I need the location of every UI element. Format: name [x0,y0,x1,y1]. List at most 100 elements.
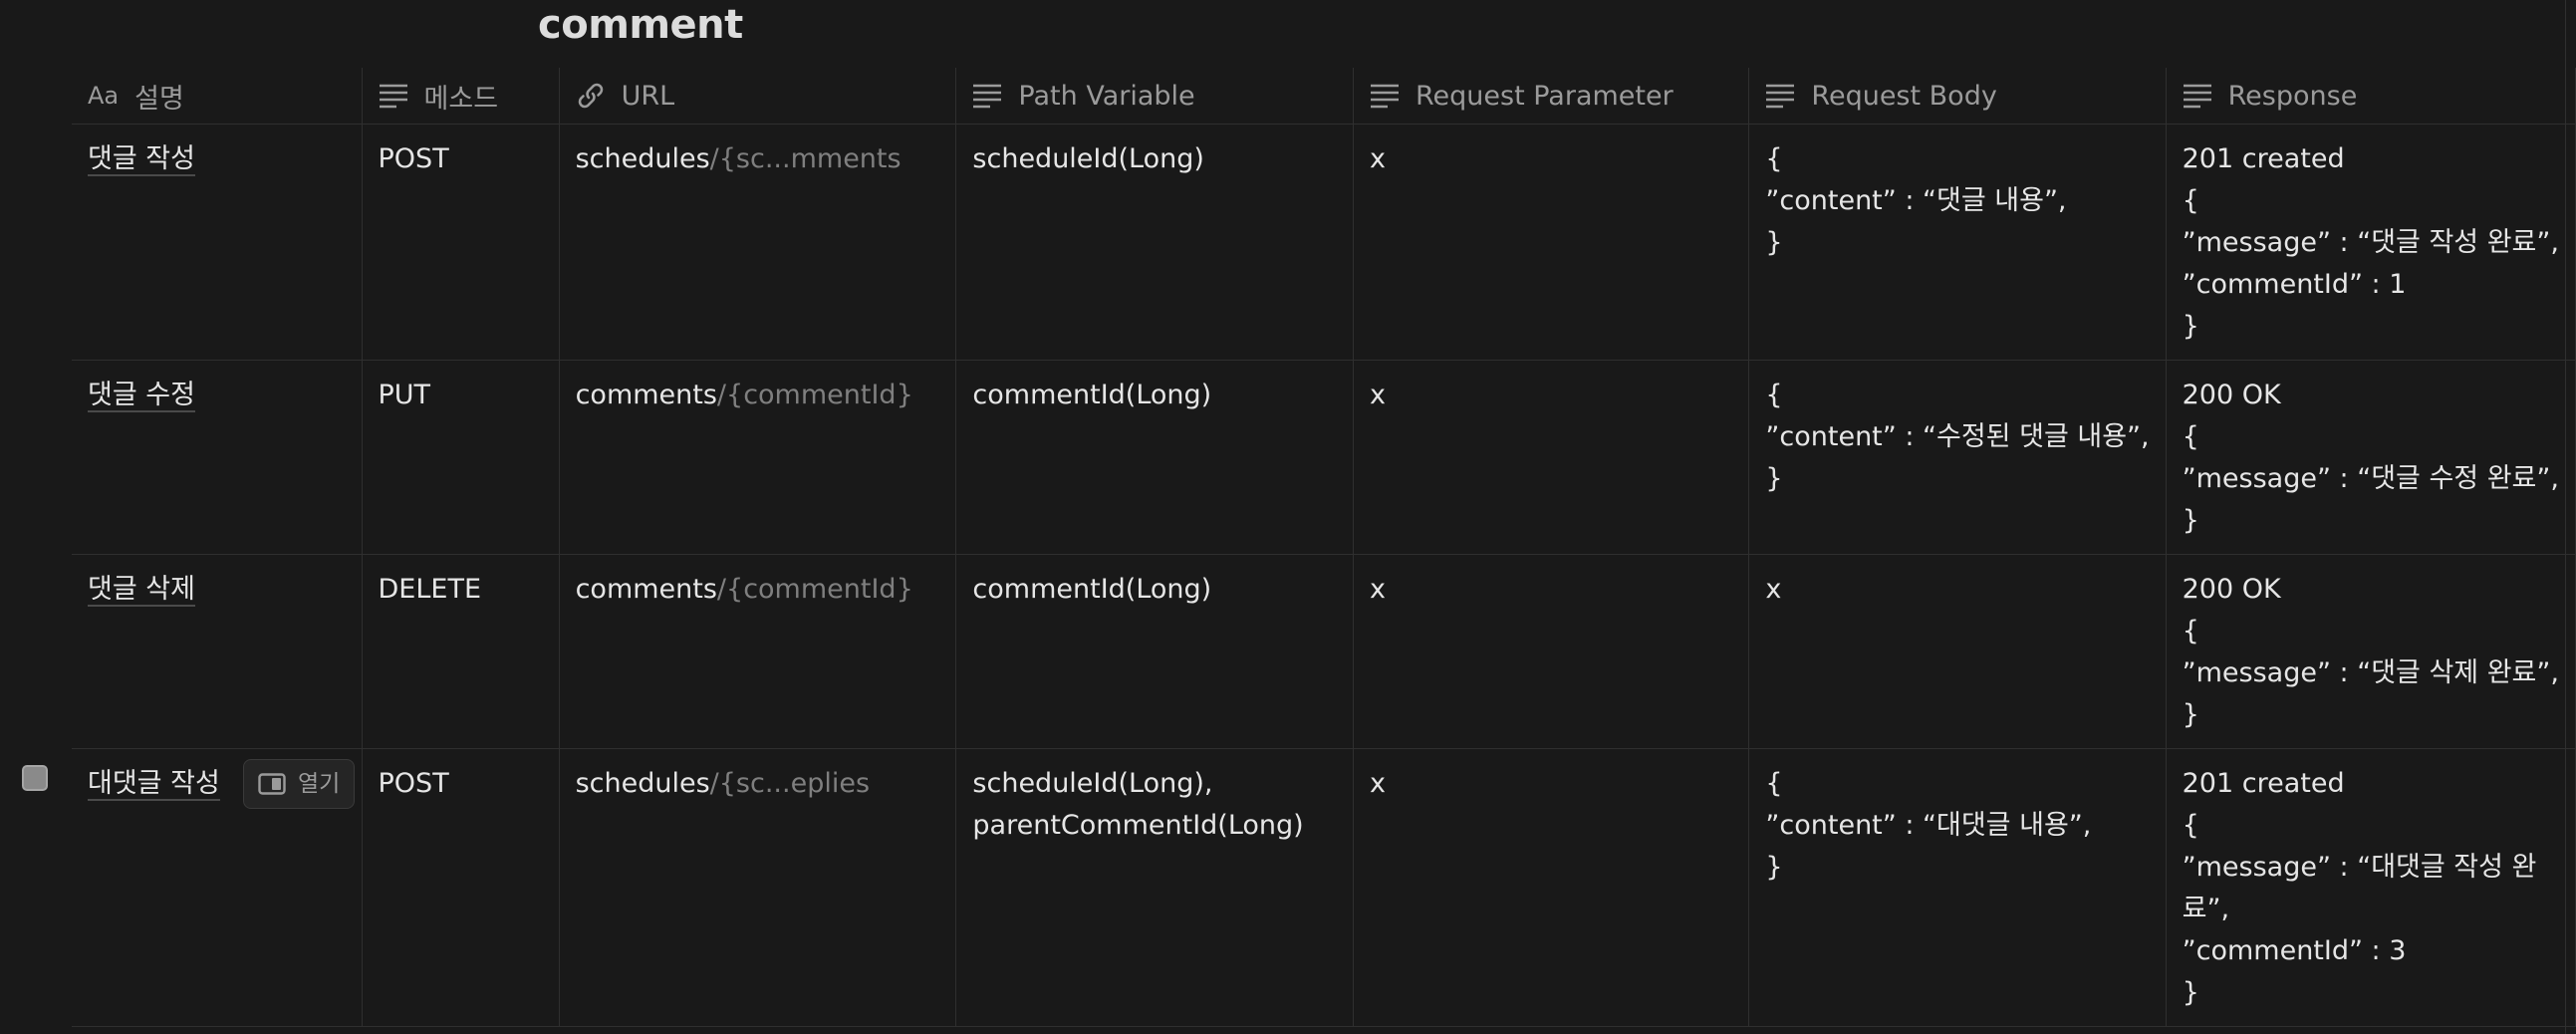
response-line: } [2182,699,2199,730]
column-header-description[interactable]: Aa 설명 [72,68,363,125]
side-peek-icon [258,773,286,795]
response-line: ”message” : “대댓글 작성 완 [2182,852,2537,883]
request-body-line: { [1765,768,1783,799]
request-body-line: ”content” : “댓글 내용”, [1765,185,2067,216]
cell-request-parameter[interactable]: x [1353,360,1750,555]
url-main[interactable]: comments [576,380,717,410]
row-title[interactable]: 댓글 수정 [88,380,195,412]
request-body-line: } [1765,463,1783,494]
cell-path-variable[interactable]: scheduleId(Long), parentCommentId(Long) [955,748,1354,1027]
request-body-line: ”content” : “수정된 댓글 내용”, [1765,421,2150,452]
url-placeholder: /{commentId} [716,380,913,410]
request-body-line: { [1765,143,1783,174]
table-row[interactable]: 댓글 삭제 DELETE comments/{commentId} commen… [72,554,2576,749]
title-aa-icon: Aa [88,82,120,110]
open-page-button[interactable]: 열기 [243,759,356,809]
cell-method[interactable]: DELETE [362,554,560,749]
cell-path-variable[interactable]: scheduleId(Long) [955,124,1354,361]
table-row[interactable]: 대댓글 작성 열기 POST schedules/{sc...eplies sc… [72,748,2576,1027]
column-header-request-body[interactable]: Request Body [1748,68,2167,125]
cell-request-parameter[interactable]: x [1353,748,1750,1027]
url-main[interactable]: schedules [576,768,710,799]
cell-url[interactable]: comments/{commentId} [559,360,957,555]
url-placeholder: /{sc...eplies [709,768,871,799]
cell-response[interactable]: 200 OK { ”message” : “댓글 삭제 완료”, } [2166,554,2576,749]
cell-description[interactable]: 댓글 수정 [72,360,363,555]
cell-request-parameter[interactable]: x [1353,554,1750,749]
open-page-label: 열기 [298,771,341,797]
cell-path-variable[interactable]: commentId(Long) [955,554,1354,749]
request-parameter-value: x [1369,380,1386,410]
column-label: Response [2227,80,2358,112]
text-lines-icon [1766,84,1795,109]
response-line: { [2182,810,2199,841]
row-title[interactable]: 대댓글 작성 [88,768,220,801]
response-line: ”commentId” : 3 [2182,935,2407,966]
database-title: comment [538,2,743,48]
cell-request-body[interactable]: { ”content” : “댓글 내용”, } [1748,124,2167,361]
cell-response[interactable]: 200 OK { ”message” : “댓글 수정 완료”, } [2166,360,2576,555]
column-header-request-parameter[interactable]: Request Parameter [1353,68,1750,125]
cell-description[interactable]: 댓글 작성 [72,124,363,361]
request-body-line: } [1765,852,1783,883]
response-line: { [2182,185,2199,216]
text-lines-icon [379,84,407,109]
cell-description[interactable]: 대댓글 작성 열기 [72,748,363,1027]
request-body-line: { [1765,380,1783,410]
column-label: 메소드 [423,83,499,115]
url-placeholder: /{sc...mments [709,143,902,174]
cell-request-body[interactable]: x [1748,554,2167,749]
row-title[interactable]: 댓글 작성 [88,143,195,176]
cell-method[interactable]: PUT [362,360,560,555]
cell-response[interactable]: 201 created { ”message” : “대댓글 작성 완 료”, … [2166,748,2576,1027]
column-label: Request Parameter [1415,80,1674,112]
response-line: ”message” : “댓글 삭제 완료”, [2182,657,2559,688]
path-variable-line: parentCommentId(Long) [972,810,1304,841]
row-select-checkbox[interactable] [22,765,48,791]
cell-path-variable[interactable]: commentId(Long) [955,360,1354,555]
cell-request-parameter[interactable]: x [1353,124,1750,361]
request-body-line: ”content” : “대댓글 내용”, [1765,810,2092,841]
url-placeholder: /{commentId} [716,574,913,605]
cell-method[interactable]: POST [362,124,560,361]
table-row[interactable]: 댓글 작성 POST schedules/{sc...mments schedu… [72,124,2576,361]
response-line: ”message” : “댓글 수정 완료”, [2182,463,2559,494]
column-header-response[interactable]: Response [2166,68,2576,125]
request-body-line: } [1765,227,1783,258]
cell-url[interactable]: schedules/{sc...mments [559,124,957,361]
request-parameter-value: x [1369,143,1386,174]
method-value: POST [378,143,449,174]
text-lines-icon [2183,84,2211,109]
url-main[interactable]: schedules [576,143,710,174]
cell-url[interactable]: schedules/{sc...eplies [559,748,957,1027]
method-value: POST [378,768,449,799]
path-variable-line: commentId(Long) [972,380,1212,410]
table-row[interactable]: 댓글 수정 PUT comments/{commentId} commentId… [72,360,2576,555]
response-line: { [2182,421,2199,452]
column-header-url[interactable]: URL [559,68,957,125]
comment-api-table: Aa 설명 메소드 URL Path Variable Request Para… [72,68,2576,1027]
row-title[interactable]: 댓글 삭제 [88,574,195,607]
response-line: } [2182,505,2199,536]
path-variable-line: scheduleId(Long), [972,768,1213,799]
response-line: 201 created [2182,143,2345,174]
column-label: Path Variable [1018,80,1195,112]
column-header-method[interactable]: 메소드 [362,68,560,125]
text-lines-icon [973,84,1002,109]
column-header-path-variable[interactable]: Path Variable [955,68,1354,125]
cell-request-body[interactable]: { ”content” : “수정된 댓글 내용”, } [1748,360,2167,555]
response-line: { [2182,616,2199,646]
cell-method[interactable]: POST [362,748,560,1027]
column-label: Request Body [1811,80,1997,112]
request-parameter-value: x [1369,768,1386,799]
table-header-row: Aa 설명 메소드 URL Path Variable Request Para… [72,68,2576,125]
cell-response[interactable]: 201 created { ”message” : “댓글 작성 완료”, ”c… [2166,124,2576,361]
path-variable-line: commentId(Long) [972,574,1212,605]
cell-description[interactable]: 댓글 삭제 [72,554,363,749]
cell-request-body[interactable]: { ”content” : “대댓글 내용”, } [1748,748,2167,1027]
response-line: } [2182,311,2199,342]
response-line: ”message” : “댓글 작성 완료”, [2182,227,2559,258]
cell-url[interactable]: comments/{commentId} [559,554,957,749]
url-main[interactable]: comments [576,574,717,605]
column-label: URL [621,80,675,112]
